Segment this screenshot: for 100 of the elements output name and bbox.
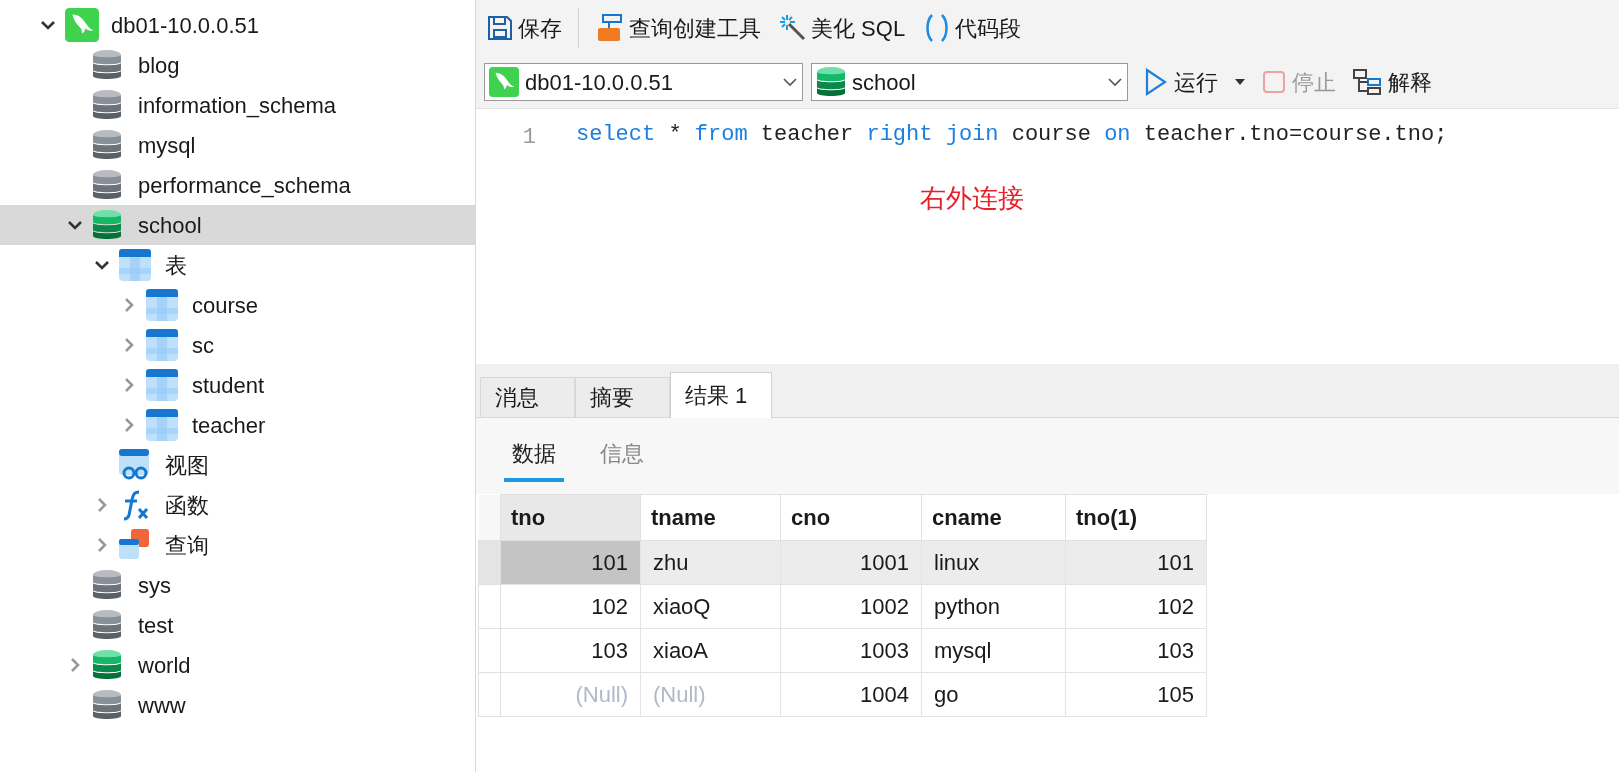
tree-item[interactable]: sys <box>0 565 475 605</box>
stop-icon <box>1262 70 1286 94</box>
column-header[interactable]: cno <box>780 494 922 541</box>
tree-item[interactable]: student <box>0 365 475 405</box>
query-builder-icon <box>595 13 625 43</box>
table-cell: 1004 <box>780 672 922 717</box>
run-button[interactable]: 运行 <box>1144 62 1246 102</box>
tree-item[interactable]: course <box>0 285 475 325</box>
table-folder-icon <box>119 249 151 281</box>
database-icon <box>92 609 122 641</box>
database-icon <box>92 209 122 241</box>
dolphin-logo-icon <box>65 8 99 42</box>
database-icon <box>92 49 122 81</box>
table-cell: (Null) <box>640 672 781 717</box>
tree-label: 函数 <box>165 491 209 520</box>
chevron-right-icon[interactable] <box>124 297 134 313</box>
tree-label: db01-10.0.0.51 <box>111 11 260 40</box>
database-dropdown[interactable]: school <box>811 63 1128 101</box>
tree-item[interactable]: 视图 <box>0 445 475 485</box>
explain-button[interactable]: 解释 <box>1352 62 1432 102</box>
save-icon <box>486 14 514 42</box>
table-cell: zhu <box>640 540 781 585</box>
tree-item[interactable]: sc <box>0 325 475 365</box>
table-cell: 1002 <box>780 584 922 629</box>
tree-item[interactable]: 函数 <box>0 485 475 525</box>
database-icon <box>816 66 846 98</box>
tree-label: student <box>192 371 265 400</box>
tree-label: information_schema <box>138 91 337 120</box>
tree-item[interactable]: mysql <box>0 125 475 165</box>
table-cell: 102 <box>1065 584 1207 629</box>
tree-item[interactable]: db01-10.0.0.51 <box>0 5 475 45</box>
table-cell: 105 <box>1065 672 1207 717</box>
tree-item[interactable]: world <box>0 645 475 685</box>
tree-label: www <box>138 691 186 720</box>
snippet-button[interactable]: 代码段 <box>921 8 1024 48</box>
table-cell: 103 <box>1065 628 1207 673</box>
tree-label: blog <box>138 51 180 80</box>
tree-item[interactable]: 查询 <box>0 525 475 565</box>
tree-label: sys <box>138 571 171 600</box>
beautify-button[interactable]: 美化 SQL <box>777 8 908 48</box>
tree-label: school <box>138 211 202 240</box>
table-cell: 102 <box>500 584 641 629</box>
database-icon <box>92 129 122 161</box>
column-header[interactable]: tno <box>500 494 641 541</box>
tree-item[interactable]: 表 <box>0 245 475 285</box>
table-cell: python <box>921 584 1066 629</box>
chevron-down-icon[interactable] <box>94 260 110 270</box>
result-tab[interactable]: 摘要 <box>575 377 670 417</box>
save-button[interactable]: 保存 <box>484 8 564 48</box>
tree-item[interactable]: teacher <box>0 405 475 445</box>
tree-label: sc <box>192 331 214 360</box>
chevron-right-icon[interactable] <box>124 377 134 393</box>
builder-button[interactable]: 查询创建工具 <box>593 8 763 48</box>
table-icon <box>146 369 178 401</box>
chevron-right-icon[interactable] <box>124 337 134 353</box>
tree-label: world <box>138 651 191 680</box>
column-header[interactable]: tno(1) <box>1065 494 1207 541</box>
table-cell: mysql <box>921 628 1066 673</box>
chevron-right-icon[interactable] <box>70 657 80 673</box>
database-icon <box>92 649 122 681</box>
chevron-down-icon[interactable] <box>40 20 56 30</box>
database-icon <box>92 569 122 601</box>
tree-item[interactable]: www <box>0 685 475 725</box>
table-icon <box>146 409 178 441</box>
play-icon <box>1144 68 1168 96</box>
tree-label: 表 <box>165 251 187 280</box>
database-icon <box>92 89 122 121</box>
view-icon <box>119 449 151 481</box>
chevron-right-icon[interactable] <box>124 417 134 433</box>
tree-item[interactable]: blog <box>0 45 475 85</box>
tree-item[interactable]: test <box>0 605 475 645</box>
column-header[interactable]: cname <box>921 494 1066 541</box>
tree-item[interactable]: performance_schema <box>0 165 475 205</box>
explain-plan-icon <box>1352 68 1382 96</box>
tree-label: test <box>138 611 174 640</box>
tree-label: mysql <box>138 131 196 160</box>
line-number: 1 <box>522 125 536 150</box>
table-cell: 1001 <box>780 540 922 585</box>
chevron-right-icon[interactable] <box>97 497 107 513</box>
table-cell: 101 <box>500 540 641 585</box>
connection-dropdown[interactable]: db01-10.0.0.51 <box>484 63 803 101</box>
column-header[interactable]: tname <box>640 494 781 541</box>
table-cell: 101 <box>1065 540 1207 585</box>
result-tab[interactable]: 消息 <box>480 377 575 417</box>
code-line: select * from teacher right join course on teacher.tno=course.tno; <box>576 121 1448 149</box>
table-cell: 103 <box>500 628 641 673</box>
tree-item[interactable]: school <box>0 205 475 245</box>
annotation-text: 右外连接 <box>920 183 1024 213</box>
tree-label: performance_schema <box>138 171 351 200</box>
view-tab[interactable]: 数据 <box>504 437 564 482</box>
chevron-down-icon[interactable] <box>67 220 83 230</box>
chevron-right-icon[interactable] <box>97 537 107 553</box>
tree-label: 查询 <box>165 531 209 560</box>
result-tab[interactable]: 结果 1 <box>670 372 772 418</box>
tree-label: course <box>192 291 259 320</box>
table-icon <box>146 289 178 321</box>
tree-item[interactable]: information_schema <box>0 85 475 125</box>
tree-label: teacher <box>192 411 266 440</box>
caret-down-icon <box>1234 78 1246 86</box>
database-icon <box>92 689 122 721</box>
